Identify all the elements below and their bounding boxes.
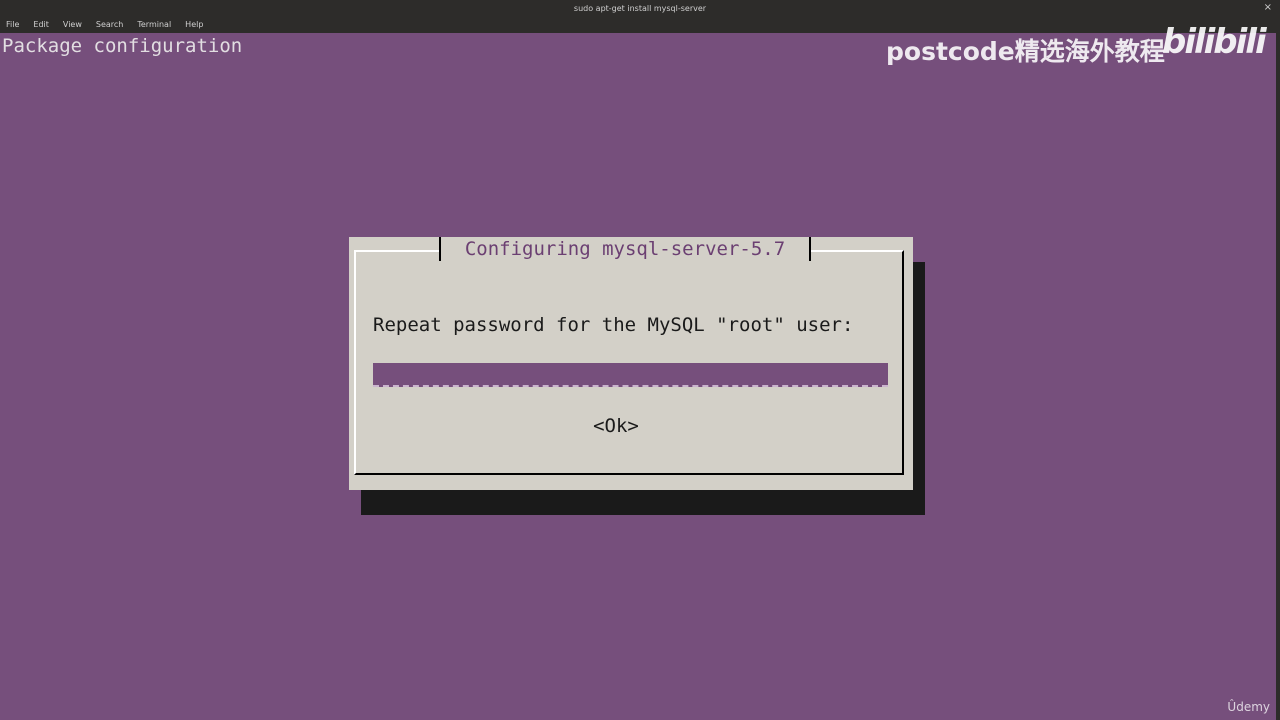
- watermark-text: postcode精选海外教程: [886, 37, 1165, 66]
- password-prompt: Repeat password for the MySQL "root" use…: [373, 314, 854, 336]
- config-dialog: Configuring mysql-server-5.7 Repeat pass…: [349, 237, 913, 490]
- bilibili-logo: bilibili: [1162, 22, 1267, 62]
- udemy-watermark: Ûdemy: [1227, 700, 1270, 714]
- menu-edit[interactable]: Edit: [33, 20, 49, 29]
- package-configuration-header: Package configuration: [2, 35, 243, 57]
- menu-view[interactable]: View: [63, 20, 82, 29]
- ok-button[interactable]: <Ok>: [589, 414, 643, 438]
- window-title: sudo apt-get install mysql-server: [573, 4, 707, 13]
- window-edge: [1276, 33, 1280, 720]
- close-icon[interactable]: ×: [1264, 2, 1272, 13]
- menu-terminal[interactable]: Terminal: [137, 20, 171, 29]
- menubar: File Edit View Search Terminal Help: [6, 20, 203, 29]
- menu-file[interactable]: File: [6, 20, 19, 29]
- menu-search[interactable]: Search: [96, 20, 123, 29]
- dialog-title: Configuring mysql-server-5.7: [439, 237, 811, 261]
- menu-help[interactable]: Help: [185, 20, 203, 29]
- terminal-window: sudo apt-get install mysql-server File E…: [0, 0, 1280, 720]
- password-input[interactable]: [373, 363, 888, 387]
- window-titlebar: sudo apt-get install mysql-server File E…: [0, 0, 1280, 33]
